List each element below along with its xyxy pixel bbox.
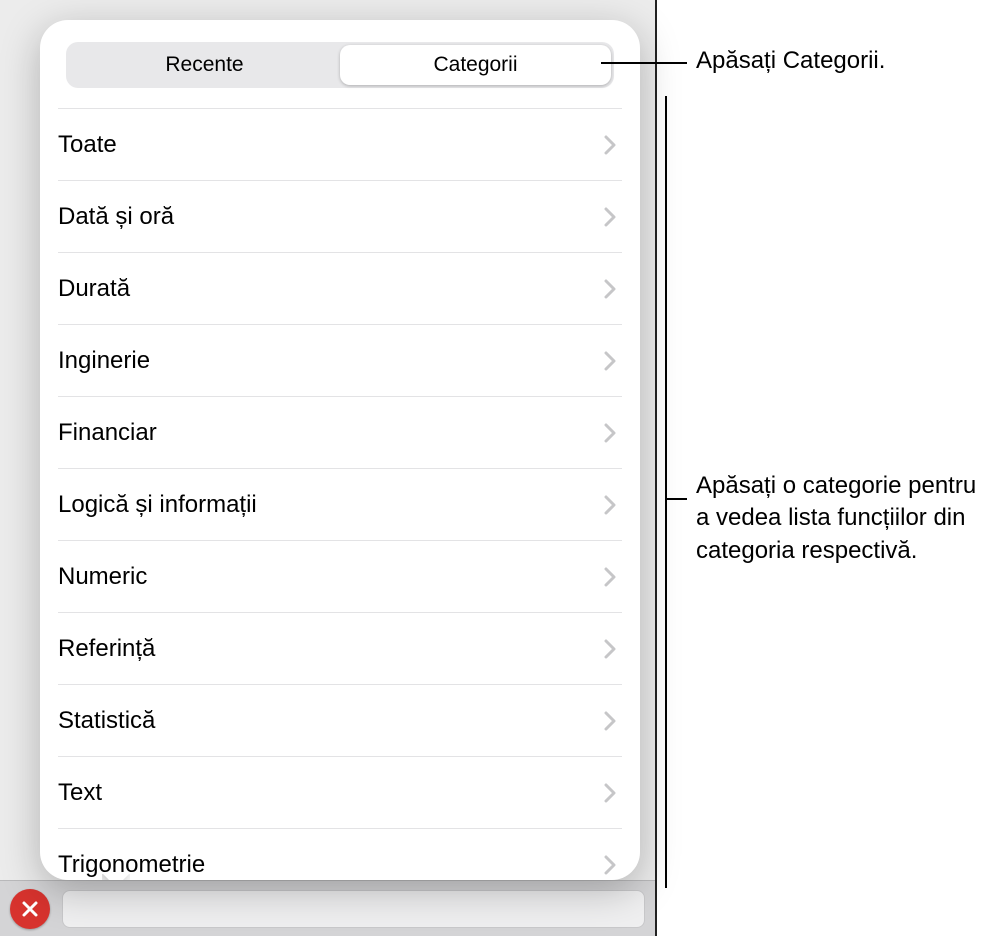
category-row[interactable]: Durată xyxy=(58,253,622,325)
category-row[interactable]: Text xyxy=(58,757,622,829)
functions-popover: Recente Categorii Toate Dată și oră Durată… xyxy=(40,20,640,880)
tab-recent[interactable]: Recente xyxy=(69,45,340,85)
category-list: Toate Dată și oră Durată Inginerie Financiar… xyxy=(40,108,640,880)
chevron-right-icon xyxy=(604,135,622,155)
callout-leader-line xyxy=(601,62,687,64)
formula-bar xyxy=(0,880,655,936)
category-row[interactable]: Trigonometrie xyxy=(58,829,622,880)
category-row-label: Text xyxy=(58,779,102,807)
callout-tap-category-detail: Apăsați o categorie pentru a vedea lista… xyxy=(696,470,992,567)
category-row-label: Logică și informații xyxy=(58,491,257,519)
category-row[interactable]: Financiar xyxy=(58,397,622,469)
category-row-label: Referință xyxy=(58,635,155,663)
tab-categories[interactable]: Categorii xyxy=(340,45,611,85)
category-row[interactable]: Toate xyxy=(58,108,622,181)
category-row[interactable]: Dată și oră xyxy=(58,181,622,253)
chevron-right-icon xyxy=(604,351,622,371)
category-row[interactable]: Inginerie xyxy=(58,325,622,397)
callout-leader-line-2 xyxy=(665,498,687,500)
segmented-control: Recente Categorii xyxy=(66,42,614,88)
chevron-right-icon xyxy=(604,423,622,443)
category-row-label: Inginerie xyxy=(58,347,150,375)
tab-categories-label: Categorii xyxy=(433,53,517,77)
tab-recent-label: Recente xyxy=(165,53,243,77)
chevron-right-icon xyxy=(604,711,622,731)
chevron-right-icon xyxy=(604,783,622,803)
panel-background: Recente Categorii Toate Dată și oră Durată… xyxy=(0,0,657,936)
close-icon xyxy=(21,900,39,918)
category-row-label: Durată xyxy=(58,275,130,303)
chevron-right-icon xyxy=(604,279,622,299)
category-row-label: Financiar xyxy=(58,419,157,447)
category-row[interactable]: Referință xyxy=(58,613,622,685)
category-row-label: Trigonometrie xyxy=(58,851,205,879)
callout-tap-categories: Apăsați Categorii. xyxy=(696,45,976,77)
category-row[interactable]: Logică și informații xyxy=(58,469,622,541)
category-row-label: Dată și oră xyxy=(58,203,174,231)
category-row[interactable]: Statistică xyxy=(58,685,622,757)
cancel-button[interactable] xyxy=(10,889,50,929)
chevron-right-icon xyxy=(604,855,622,875)
chevron-right-icon xyxy=(604,207,622,227)
chevron-right-icon xyxy=(604,639,622,659)
callout-bracket-line xyxy=(665,96,667,888)
stage: Recente Categorii Toate Dată și oră Durată… xyxy=(0,0,992,936)
category-row-label: Statistică xyxy=(58,707,155,735)
category-row[interactable]: Numeric xyxy=(58,541,622,613)
segmented-control-wrap: Recente Categorii xyxy=(40,20,640,88)
category-row-label: Toate xyxy=(58,131,117,159)
chevron-right-icon xyxy=(604,495,622,515)
popover-tail xyxy=(102,874,130,880)
chevron-right-icon xyxy=(604,567,622,587)
category-row-label: Numeric xyxy=(58,563,147,591)
formula-input[interactable] xyxy=(62,890,645,928)
